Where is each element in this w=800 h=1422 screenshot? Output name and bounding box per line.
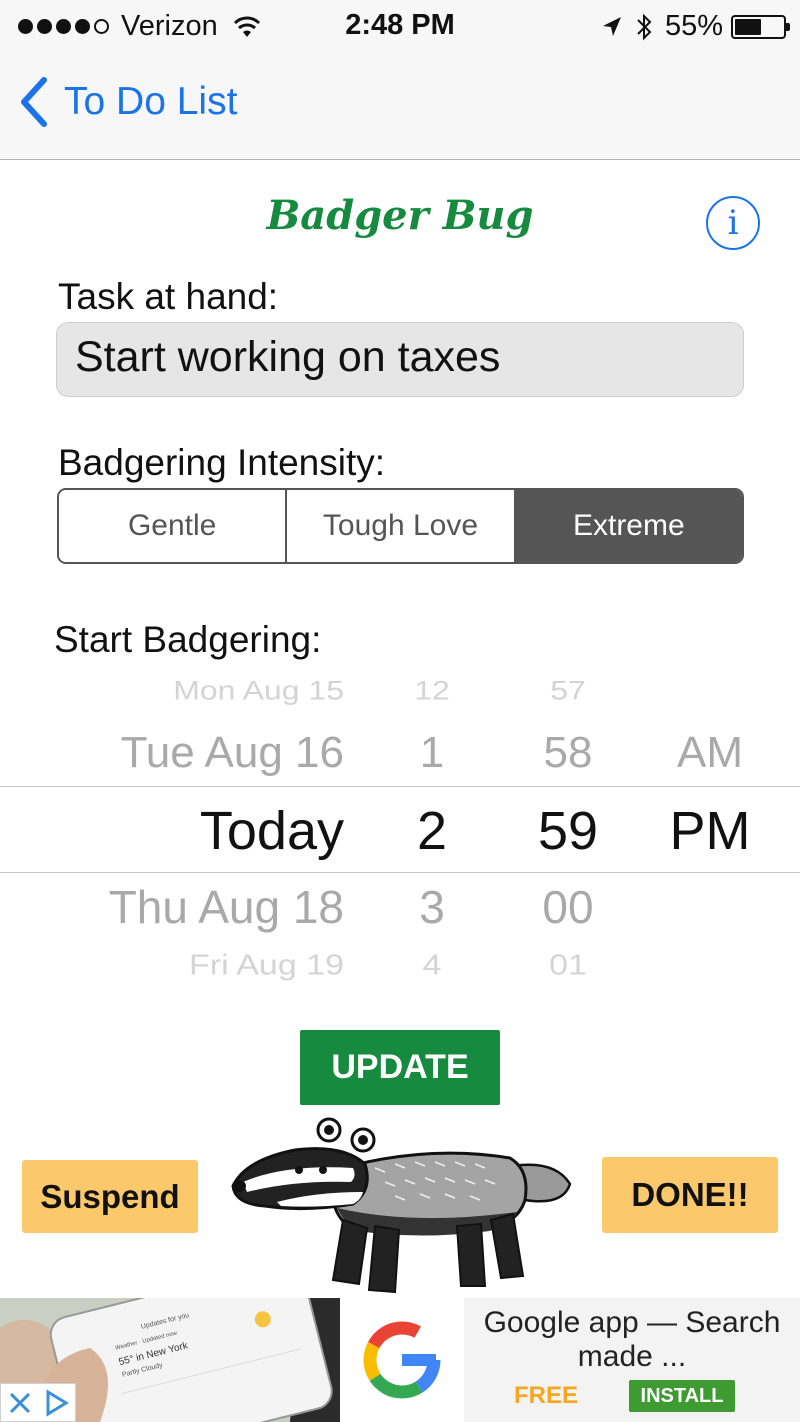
task-input[interactable]: Start working on taxes xyxy=(56,322,744,397)
picker-hour-option[interactable]: 12 xyxy=(386,675,478,706)
picker-date-option[interactable]: Tue Aug 16 xyxy=(121,728,344,778)
picker-selection-line-top xyxy=(0,786,800,787)
picker-date-selected[interactable]: Today xyxy=(200,800,344,862)
picker-hour-option[interactable]: 1 xyxy=(386,728,478,778)
picker-ampm-selected[interactable]: PM xyxy=(664,800,756,862)
ad-install-button[interactable]: INSTALL xyxy=(629,1380,735,1412)
google-g-icon xyxy=(363,1321,441,1399)
segment-extreme[interactable]: Extreme xyxy=(515,490,742,562)
picker-minute-option[interactable]: 01 xyxy=(526,949,610,982)
picker-minute-selected[interactable]: 59 xyxy=(526,800,610,862)
badger-illustration xyxy=(231,1117,572,1294)
picker-date-option[interactable]: Mon Aug 15 xyxy=(173,675,344,706)
segment-tough-love[interactable]: Tough Love xyxy=(287,490,516,562)
intensity-segmented-control: Gentle Tough Love Extreme xyxy=(57,488,744,564)
picker-date-option[interactable]: Fri Aug 19 xyxy=(189,949,344,982)
status-bar: Verizon 2:48 PM 55% xyxy=(0,0,800,52)
info-button[interactable]: i xyxy=(706,196,760,250)
picker-hour-selected[interactable]: 2 xyxy=(386,800,478,862)
picker-minute-option[interactable]: 00 xyxy=(526,880,610,934)
task-label: Task at hand: xyxy=(58,276,279,317)
picker-date-option[interactable]: Thu Aug 18 xyxy=(109,880,344,934)
ad-close-controls xyxy=(0,1383,76,1422)
back-button[interactable]: To Do List xyxy=(18,76,237,128)
battery-icon xyxy=(731,14,790,39)
ad-app-icon xyxy=(340,1298,464,1422)
location-arrow-icon xyxy=(602,16,621,36)
adchoices-icon[interactable] xyxy=(44,1388,70,1417)
bluetooth-icon xyxy=(637,13,652,40)
picker-ampm-option[interactable]: AM xyxy=(664,728,756,778)
close-icon[interactable] xyxy=(7,1390,33,1416)
back-button-label: To Do List xyxy=(64,80,238,123)
ad-banner[interactable]: Updates for you Weather · Updated now 55… xyxy=(0,1298,800,1422)
picker-hour-option[interactable]: 3 xyxy=(386,880,478,934)
intensity-label: Badgering Intensity: xyxy=(58,442,386,483)
navigation-bar: To Do List xyxy=(0,52,800,160)
picker-selection-line-bottom xyxy=(0,872,800,873)
status-right: 55% xyxy=(601,10,790,43)
battery-fill xyxy=(735,18,761,35)
battery-percent: 55% xyxy=(664,10,723,42)
suspend-button[interactable]: Suspend xyxy=(22,1160,198,1233)
picker-minute-option[interactable]: 58 xyxy=(526,728,610,778)
ad-price: FREE xyxy=(514,1382,579,1409)
ad-title: Google app — Search made ... xyxy=(483,1306,781,1373)
picker-minute-option[interactable]: 57 xyxy=(526,675,610,706)
start-badgering-label: Start Badgering: xyxy=(54,619,322,660)
app-title: Badger Bug xyxy=(266,192,534,239)
chevron-left-icon xyxy=(21,77,47,127)
done-button[interactable]: DONE!! xyxy=(602,1157,778,1233)
segment-gentle[interactable]: Gentle xyxy=(59,490,288,562)
update-button[interactable]: UPDATE xyxy=(300,1030,500,1105)
picker-hour-option[interactable]: 4 xyxy=(386,949,478,982)
